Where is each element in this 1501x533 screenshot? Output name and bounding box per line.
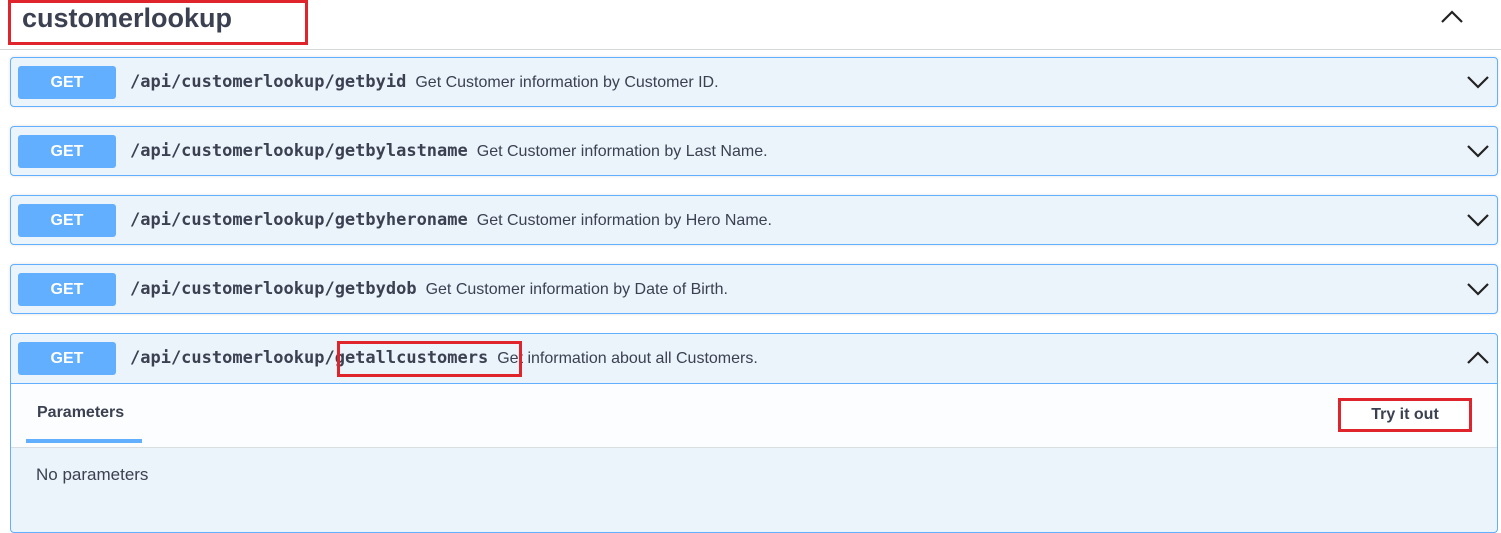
parameters-bar: Parameters Try it out: [11, 384, 1497, 448]
method-badge: GET: [18, 66, 116, 99]
operation-summary: Get Customer information by Customer ID.: [415, 74, 719, 91]
highlight-box-tag-title: [8, 0, 308, 45]
operation-summary: Get Customer information by Last Name.: [476, 143, 768, 160]
chevron-down-icon[interactable]: [1466, 143, 1490, 159]
tab-parameters[interactable]: Parameters: [37, 404, 124, 422]
operation-summary-row[interactable]: GET /api/customerlookup/getallcustomers G…: [11, 334, 1497, 384]
operation-path: /api/customerlookup/getbyheroname Get Cus…: [130, 209, 772, 232]
path-text: /api/customerlookup/getbylastname: [130, 141, 468, 161]
no-parameters-text: No parameters: [36, 465, 149, 484]
operation-path: /api/customerlookup/getbylastname Get Cus…: [130, 140, 768, 163]
operation-summary: Get Customer information by Hero Name.: [476, 212, 772, 229]
operation-path: /api/customerlookup/getbydob Get Customer…: [130, 278, 728, 301]
path-prefix: /api/customerlookup: [130, 348, 325, 368]
highlight-box-path-segment: [337, 341, 522, 377]
operation-getallcustomers: GET /api/customerlookup/getallcustomers G…: [10, 333, 1498, 533]
method-badge: GET: [18, 204, 116, 237]
method-badge: GET: [18, 273, 116, 306]
operation-summary: Get information about all Customers.: [497, 350, 758, 367]
chevron-down-icon[interactable]: [1466, 212, 1490, 228]
method-badge: GET: [18, 135, 116, 168]
chevron-down-icon[interactable]: [1466, 74, 1490, 90]
path-text: /api/customerlookup/getbyid: [130, 72, 407, 92]
operation-summary: Get Customer information by Date of Birt…: [425, 281, 728, 298]
method-badge: GET: [18, 342, 116, 375]
operation-path: /api/customerlookup/getbyid Get Customer …: [130, 71, 719, 94]
operation-getbydob[interactable]: GET /api/customerlookup/getbydob Get Cust…: [10, 264, 1498, 314]
tab-active-indicator: [26, 439, 142, 443]
path-text: /api/customerlookup/getbyheroname: [130, 210, 468, 230]
path-text: /api/customerlookup/getbydob: [130, 279, 417, 299]
try-it-out-button[interactable]: Try it out: [1338, 398, 1472, 432]
operation-getbyid[interactable]: GET /api/customerlookup/getbyid Get Custo…: [10, 57, 1498, 107]
tag-header[interactable]: customerlookup: [0, 0, 1501, 50]
operation-getbyheroname[interactable]: GET /api/customerlookup/getbyheroname Get…: [10, 195, 1498, 245]
chevron-up-icon[interactable]: [1466, 350, 1490, 366]
chevron-down-icon[interactable]: [1466, 281, 1490, 297]
chevron-up-icon[interactable]: [1438, 6, 1466, 26]
operation-getbylastname[interactable]: GET /api/customerlookup/getbylastname Get…: [10, 126, 1498, 176]
